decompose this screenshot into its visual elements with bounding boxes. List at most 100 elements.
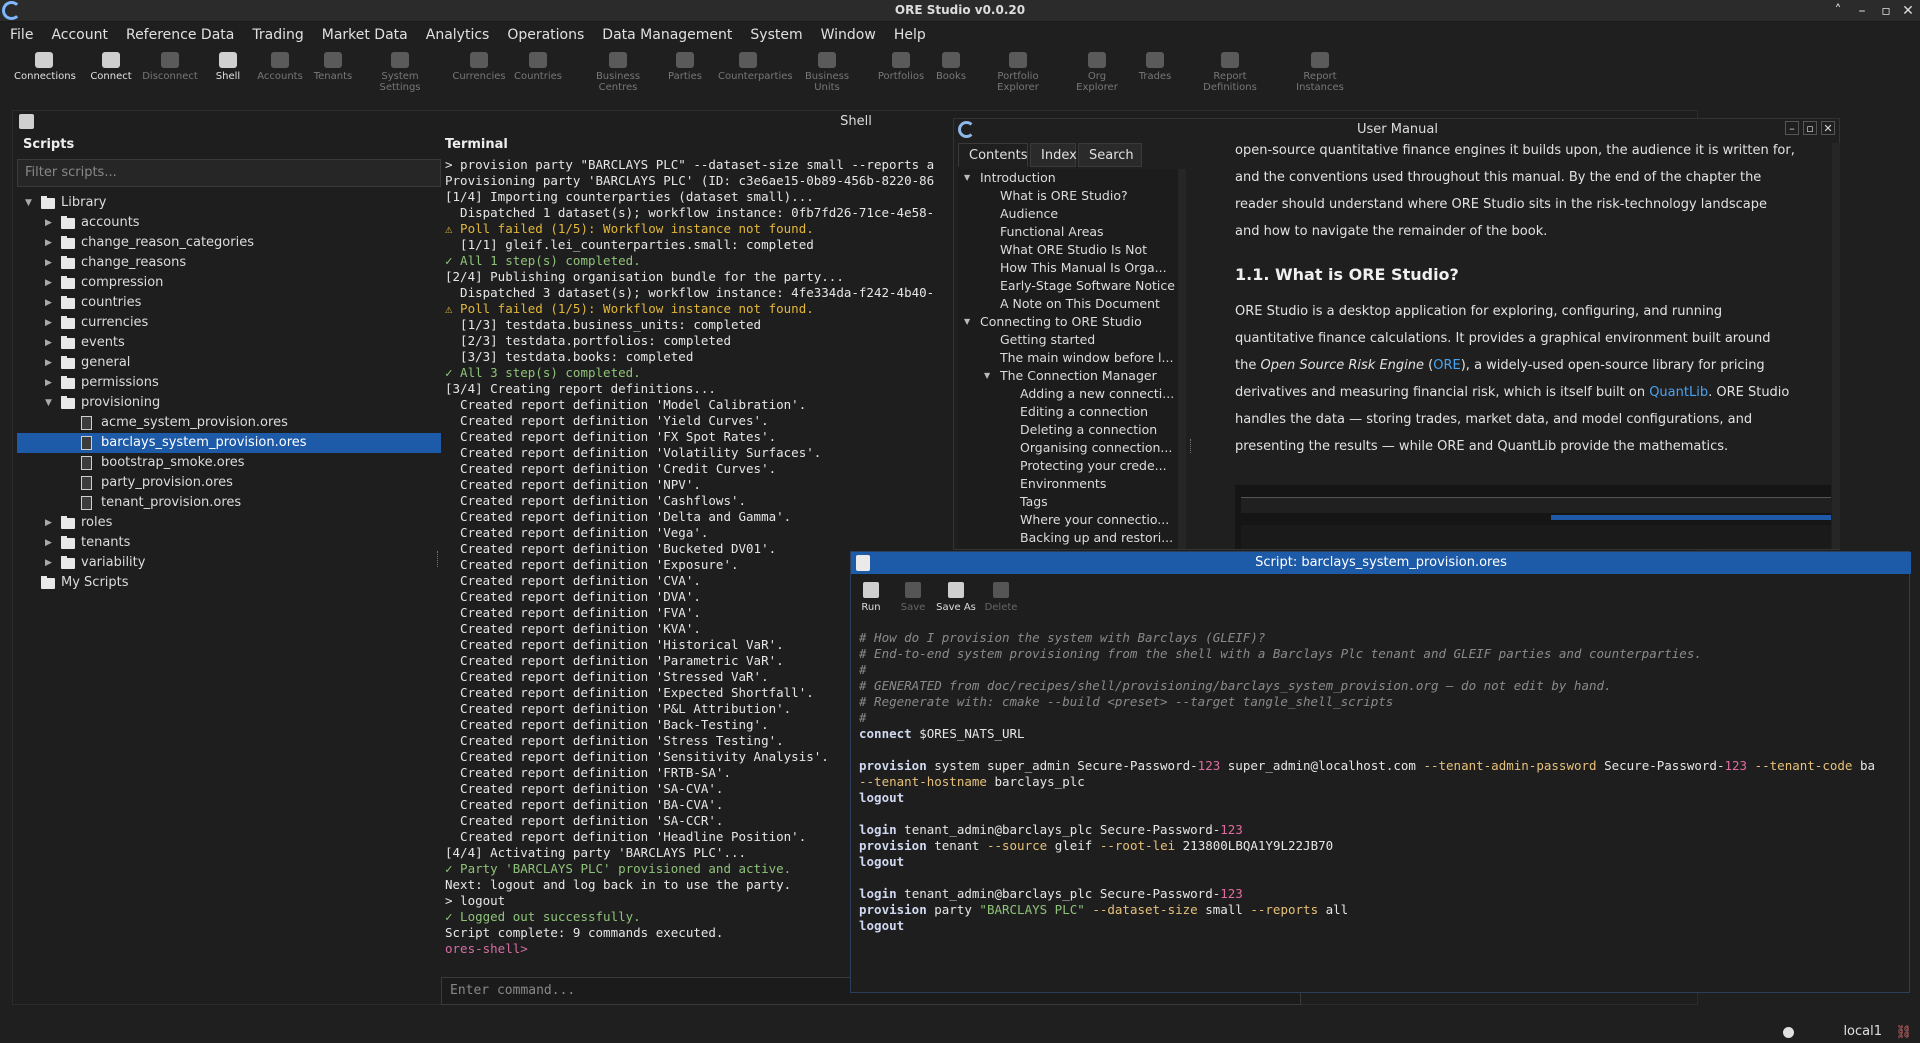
collapse-arrow-icon[interactable]: ▶: [45, 333, 55, 353]
save-as-button[interactable]: Save As: [931, 582, 981, 613]
menu-account[interactable]: Account: [51, 24, 108, 43]
toc-item[interactable]: Where your connectio...: [958, 511, 1178, 529]
menu-analytics[interactable]: Analytics: [426, 24, 490, 43]
collapse-arrow-icon[interactable]: ▶: [45, 233, 55, 253]
tab-index[interactable]: Index: [1030, 143, 1077, 167]
script-code-editor[interactable]: # How do I provision the system with Bar…: [859, 630, 1909, 970]
toc-item[interactable]: Protecting your crede...: [958, 457, 1178, 475]
tree-folder-item[interactable]: ▶ currencies: [17, 313, 441, 333]
minimize-button[interactable]: –: [1852, 1, 1872, 21]
collapse-arrow-icon[interactable]: ▶: [45, 513, 55, 533]
menu-help[interactable]: Help: [894, 24, 926, 43]
toc-scrollbar[interactable]: [1178, 169, 1186, 549]
collapse-arrow-icon[interactable]: ▶: [45, 353, 55, 373]
toolbar-shell-button[interactable]: Shell: [198, 52, 258, 82]
tree-folder-item[interactable]: ▶ compression: [17, 273, 441, 293]
expand-arrow-icon[interactable]: ▼: [25, 193, 35, 213]
toolbar-connections-button[interactable]: Connections: [14, 52, 76, 82]
expand-arrow-icon[interactable]: ▼: [964, 169, 970, 187]
toc-item[interactable]: Environments: [958, 475, 1178, 493]
menu-system[interactable]: System: [750, 24, 802, 43]
manual-scrollbar[interactable]: [1832, 143, 1840, 549]
toc-item[interactable]: ▼ Connecting to ORE Studio: [958, 313, 1178, 331]
toolbar-disconnect-button[interactable]: Disconnect: [140, 52, 200, 82]
collapse-arrow-icon[interactable]: ▶: [45, 253, 55, 273]
toc-item[interactable]: Audience: [958, 205, 1178, 223]
tree-folder-item[interactable]: ▶ roles: [17, 513, 441, 533]
toc-item[interactable]: The main window before l...: [958, 349, 1178, 367]
quantlib-link[interactable]: QuantLib: [1649, 385, 1708, 400]
toc-item[interactable]: Tags: [958, 493, 1178, 511]
collapse-arrow-icon[interactable]: ▶: [45, 273, 55, 293]
menu-reference-data[interactable]: Reference Data: [126, 24, 234, 43]
tree-folder-item[interactable]: ▶ change_reasons: [17, 253, 441, 273]
toolbar-trades-button[interactable]: Trades: [1125, 52, 1185, 82]
expand-arrow-icon[interactable]: ▼: [964, 313, 970, 331]
tree-folder-item[interactable]: ▼ provisioning: [17, 393, 441, 413]
tree-folder-item[interactable]: ▶ countries: [17, 293, 441, 313]
manual-splitter-handle[interactable]: [1190, 439, 1192, 453]
toc-item[interactable]: Getting started: [958, 331, 1178, 349]
toc-item[interactable]: ▼ The Connection Manager: [958, 367, 1178, 385]
toc-item[interactable]: ▼ Introduction: [958, 169, 1178, 187]
toc-item[interactable]: Organising connection...: [958, 439, 1178, 457]
toolbar-parties-button[interactable]: Parties: [655, 52, 715, 82]
menu-file[interactable]: File: [10, 24, 33, 43]
toolbar-report-instances-button[interactable]: Report Instances: [1290, 52, 1350, 93]
toolbar-accounts-button[interactable]: Accounts: [250, 52, 310, 82]
toc-item[interactable]: Functional Areas: [958, 223, 1178, 241]
toc-item[interactable]: What is ORE Studio?: [958, 187, 1178, 205]
toolbar-system-settings-button[interactable]: System Settings: [370, 52, 430, 93]
tree-folder-item[interactable]: ▶ variability: [17, 553, 441, 573]
expand-arrow-icon[interactable]: ▼: [984, 367, 990, 385]
connection-name[interactable]: local1: [1843, 1024, 1882, 1039]
tree-file-item[interactable]: party_provision.ores: [17, 473, 441, 493]
save-button[interactable]: Save: [893, 582, 933, 613]
toolbar-report-definitions-button[interactable]: Report Definitions: [1200, 52, 1260, 93]
maximize-button[interactable]: ▫: [1803, 121, 1817, 135]
toc-item[interactable]: Backing up and restori...: [958, 529, 1178, 547]
tab-search[interactable]: Search: [1078, 143, 1142, 167]
toolbar-business-units-button[interactable]: Business Units: [797, 52, 857, 93]
toc-item[interactable]: What ORE Studio Is Not: [958, 241, 1178, 259]
menu-data-management[interactable]: Data Management: [602, 24, 732, 43]
tree-folder-item[interactable]: ▶ general: [17, 353, 441, 373]
toolbar-connect-button[interactable]: Connect: [81, 52, 141, 82]
tree-folder-item[interactable]: ▶ change_reason_categories: [17, 233, 441, 253]
tree-folder-item[interactable]: ▼ Library: [17, 193, 441, 213]
tree-folder-item[interactable]: My Scripts: [17, 573, 441, 593]
tree-file-item[interactable]: acme_system_provision.ores: [17, 413, 441, 433]
run-button[interactable]: Run: [851, 582, 891, 613]
toc-item[interactable]: Adding a new connecti...: [958, 385, 1178, 403]
toc-item[interactable]: How This Manual Is Orga...: [958, 259, 1178, 277]
toolbar-tenants-button[interactable]: Tenants: [303, 52, 363, 82]
collapse-arrow-icon[interactable]: ▶: [45, 313, 55, 333]
close-button[interactable]: ✕: [1821, 121, 1835, 135]
panel-splitter-handle[interactable]: [437, 551, 439, 567]
close-button[interactable]: ✕: [1898, 1, 1918, 21]
chevron-up-icon[interactable]: ˄: [1828, 1, 1848, 21]
toc-item[interactable]: Deleting a connection: [958, 421, 1178, 439]
tree-folder-item[interactable]: ▶ accounts: [17, 213, 441, 233]
tree-file-item[interactable]: tenant_provision.ores: [17, 493, 441, 513]
toolbar-counterparties-button[interactable]: Counterparties: [718, 52, 793, 82]
filter-scripts-input[interactable]: Filter scripts...: [17, 159, 441, 187]
toolbar-org-explorer-button[interactable]: Org Explorer: [1067, 52, 1127, 93]
toc-item[interactable]: A Note on This Document: [958, 295, 1178, 313]
menu-trading[interactable]: Trading: [252, 24, 303, 43]
toolbar-business-centres-button[interactable]: Business Centres: [588, 52, 648, 93]
toolbar-books-button[interactable]: Books: [921, 52, 981, 82]
minimize-button[interactable]: –: [1785, 121, 1799, 135]
collapse-arrow-icon[interactable]: ▶: [45, 213, 55, 233]
collapse-arrow-icon[interactable]: ▶: [45, 293, 55, 313]
maximize-button[interactable]: ▫: [1876, 1, 1896, 21]
menu-window[interactable]: Window: [821, 24, 876, 43]
ore-link[interactable]: ORE: [1433, 358, 1460, 373]
tree-folder-item[interactable]: ▶ permissions: [17, 373, 441, 393]
collapse-arrow-icon[interactable]: ▶: [45, 533, 55, 553]
tree-folder-item[interactable]: ▶ tenants: [17, 533, 441, 553]
expand-arrow-icon[interactable]: ▼: [45, 393, 55, 413]
toc-item[interactable]: Editing a connection: [958, 403, 1178, 421]
toolbar-currencies-button[interactable]: Currencies: [449, 52, 509, 82]
tab-contents[interactable]: Contents: [958, 143, 1028, 167]
